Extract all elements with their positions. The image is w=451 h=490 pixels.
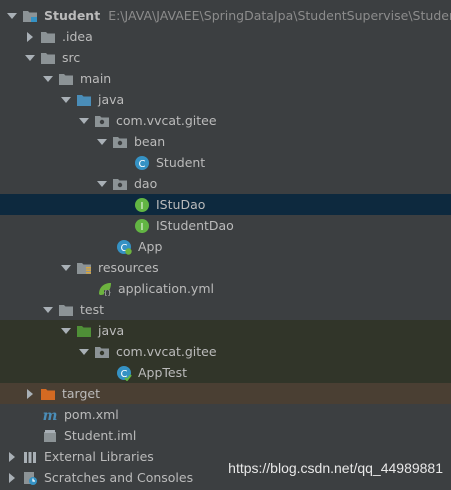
chevron-down-icon[interactable]	[78, 341, 90, 362]
chevron-down-icon[interactable]	[96, 173, 108, 194]
tree-row-test[interactable]: test	[0, 299, 451, 320]
tree-item-label: pom.xml	[64, 407, 119, 422]
tree-item-label: resources	[98, 260, 159, 275]
tree-row-project-root[interactable]: Student E:\JAVA\JAVAEE\SpringDataJpa\Stu…	[0, 5, 451, 26]
tree-item-label: IStudentDao	[156, 218, 234, 233]
svg-text:I: I	[141, 201, 144, 212]
chevron-down-icon[interactable]	[42, 68, 54, 89]
chevron-down-icon[interactable]	[60, 257, 72, 278]
tree-item-label: java	[98, 92, 125, 107]
tree-row-istudentdao[interactable]: I IStudentDao	[0, 215, 451, 236]
tree-item-label: application.yml	[118, 281, 214, 296]
tree-item-label: main	[80, 71, 112, 86]
folder-icon	[40, 29, 56, 45]
tree-row-test-package[interactable]: com.vvcat.gitee	[0, 341, 451, 362]
chevron-right-icon[interactable]	[6, 446, 18, 467]
libraries-icon	[22, 449, 38, 465]
chevron-right-icon[interactable]	[24, 26, 36, 47]
tree-item-label: External Libraries	[44, 449, 154, 464]
tree-item-label: test	[80, 302, 105, 317]
chevron-down-icon[interactable]	[78, 110, 90, 131]
tree-row-java-test[interactable]: java	[0, 320, 451, 341]
chevron-down-icon[interactable]	[42, 299, 54, 320]
interface-icon: I	[134, 218, 150, 234]
package-icon	[112, 176, 128, 192]
tree-item-label: AppTest	[138, 365, 188, 380]
package-icon	[94, 113, 110, 129]
folder-icon	[58, 302, 74, 318]
interface-icon: I	[134, 197, 150, 213]
tree-item-label: App	[138, 239, 163, 254]
package-icon	[112, 134, 128, 150]
test-class-icon: C	[116, 365, 132, 381]
tree-item-label: bean	[134, 134, 166, 149]
source-folder-icon	[76, 92, 92, 108]
excluded-folder-icon	[40, 386, 56, 402]
tree-row-application-yml[interactable]: {} application.yml	[0, 278, 451, 299]
chevron-right-icon[interactable]	[6, 467, 18, 488]
tree-row-src[interactable]: src	[0, 47, 451, 68]
tree-row-istudao[interactable]: I IStuDao	[0, 194, 451, 215]
tree-row-main[interactable]: main	[0, 68, 451, 89]
tree-row-bean[interactable]: bean	[0, 131, 451, 152]
svg-text:{}: {}	[104, 290, 112, 297]
test-folder-icon	[76, 323, 92, 339]
svg-text:m: m	[43, 408, 58, 423]
tree-item-label: src	[62, 50, 81, 65]
tree-row-package[interactable]: com.vvcat.gitee	[0, 110, 451, 131]
tree-row-java-source[interactable]: java	[0, 89, 451, 110]
svg-text:I: I	[141, 222, 144, 233]
svg-text:C: C	[139, 159, 146, 170]
scratches-icon	[22, 470, 38, 486]
tree-row-apptest[interactable]: C AppTest	[0, 362, 451, 383]
tree-item-label: dao	[134, 176, 158, 191]
tree-item-label: Student	[156, 155, 206, 170]
watermark-text: https://blog.csdn.net/qq_44989881	[228, 460, 443, 476]
folder-icon	[40, 50, 56, 66]
tree-row-idea[interactable]: .idea	[0, 26, 451, 47]
class-icon: C	[134, 155, 150, 171]
tree-item-label: IStuDao	[156, 197, 206, 212]
tree-item-label: com.vvcat.gitee	[116, 113, 217, 128]
chevron-down-icon[interactable]	[6, 5, 18, 26]
tree-item-label: Student.iml	[64, 428, 137, 443]
project-name: Student	[44, 8, 101, 23]
maven-icon: m	[42, 407, 58, 424]
resources-folder-icon	[76, 260, 92, 276]
tree-item-label: .idea	[62, 29, 93, 44]
tree-row-target[interactable]: target	[0, 383, 451, 404]
chevron-down-icon[interactable]	[60, 320, 72, 341]
tree-item-label: java	[98, 323, 125, 338]
tree-row-pom[interactable]: m pom.xml	[0, 404, 451, 425]
tree-row-dao[interactable]: dao	[0, 173, 451, 194]
project-path: E:\JAVA\JAVAEE\SpringDataJpa\StudentSupe…	[108, 8, 451, 23]
module-folder-icon	[22, 8, 38, 24]
module-file-icon	[42, 428, 58, 444]
tree-row-resources[interactable]: resources	[0, 257, 451, 278]
chevron-right-icon[interactable]	[24, 383, 36, 404]
folder-icon	[58, 71, 74, 87]
tree-row-student-class[interactable]: C Student	[0, 152, 451, 173]
chevron-down-icon[interactable]	[24, 47, 36, 68]
tree-item-label: com.vvcat.gitee	[116, 344, 217, 359]
tree-item-label: Scratches and Consoles	[44, 470, 194, 485]
chevron-down-icon[interactable]	[96, 131, 108, 152]
tree-row-student-iml[interactable]: Student.iml	[0, 425, 451, 446]
chevron-down-icon[interactable]	[60, 89, 72, 110]
project-tree: Student E:\JAVA\JAVAEE\SpringDataJpa\Stu…	[0, 0, 451, 490]
tree-row-app[interactable]: C App	[0, 236, 451, 257]
spring-boot-class-icon: C	[116, 239, 132, 255]
tree-item-label: target	[62, 386, 101, 401]
package-icon	[94, 344, 110, 360]
spring-config-icon: {}	[96, 281, 112, 297]
